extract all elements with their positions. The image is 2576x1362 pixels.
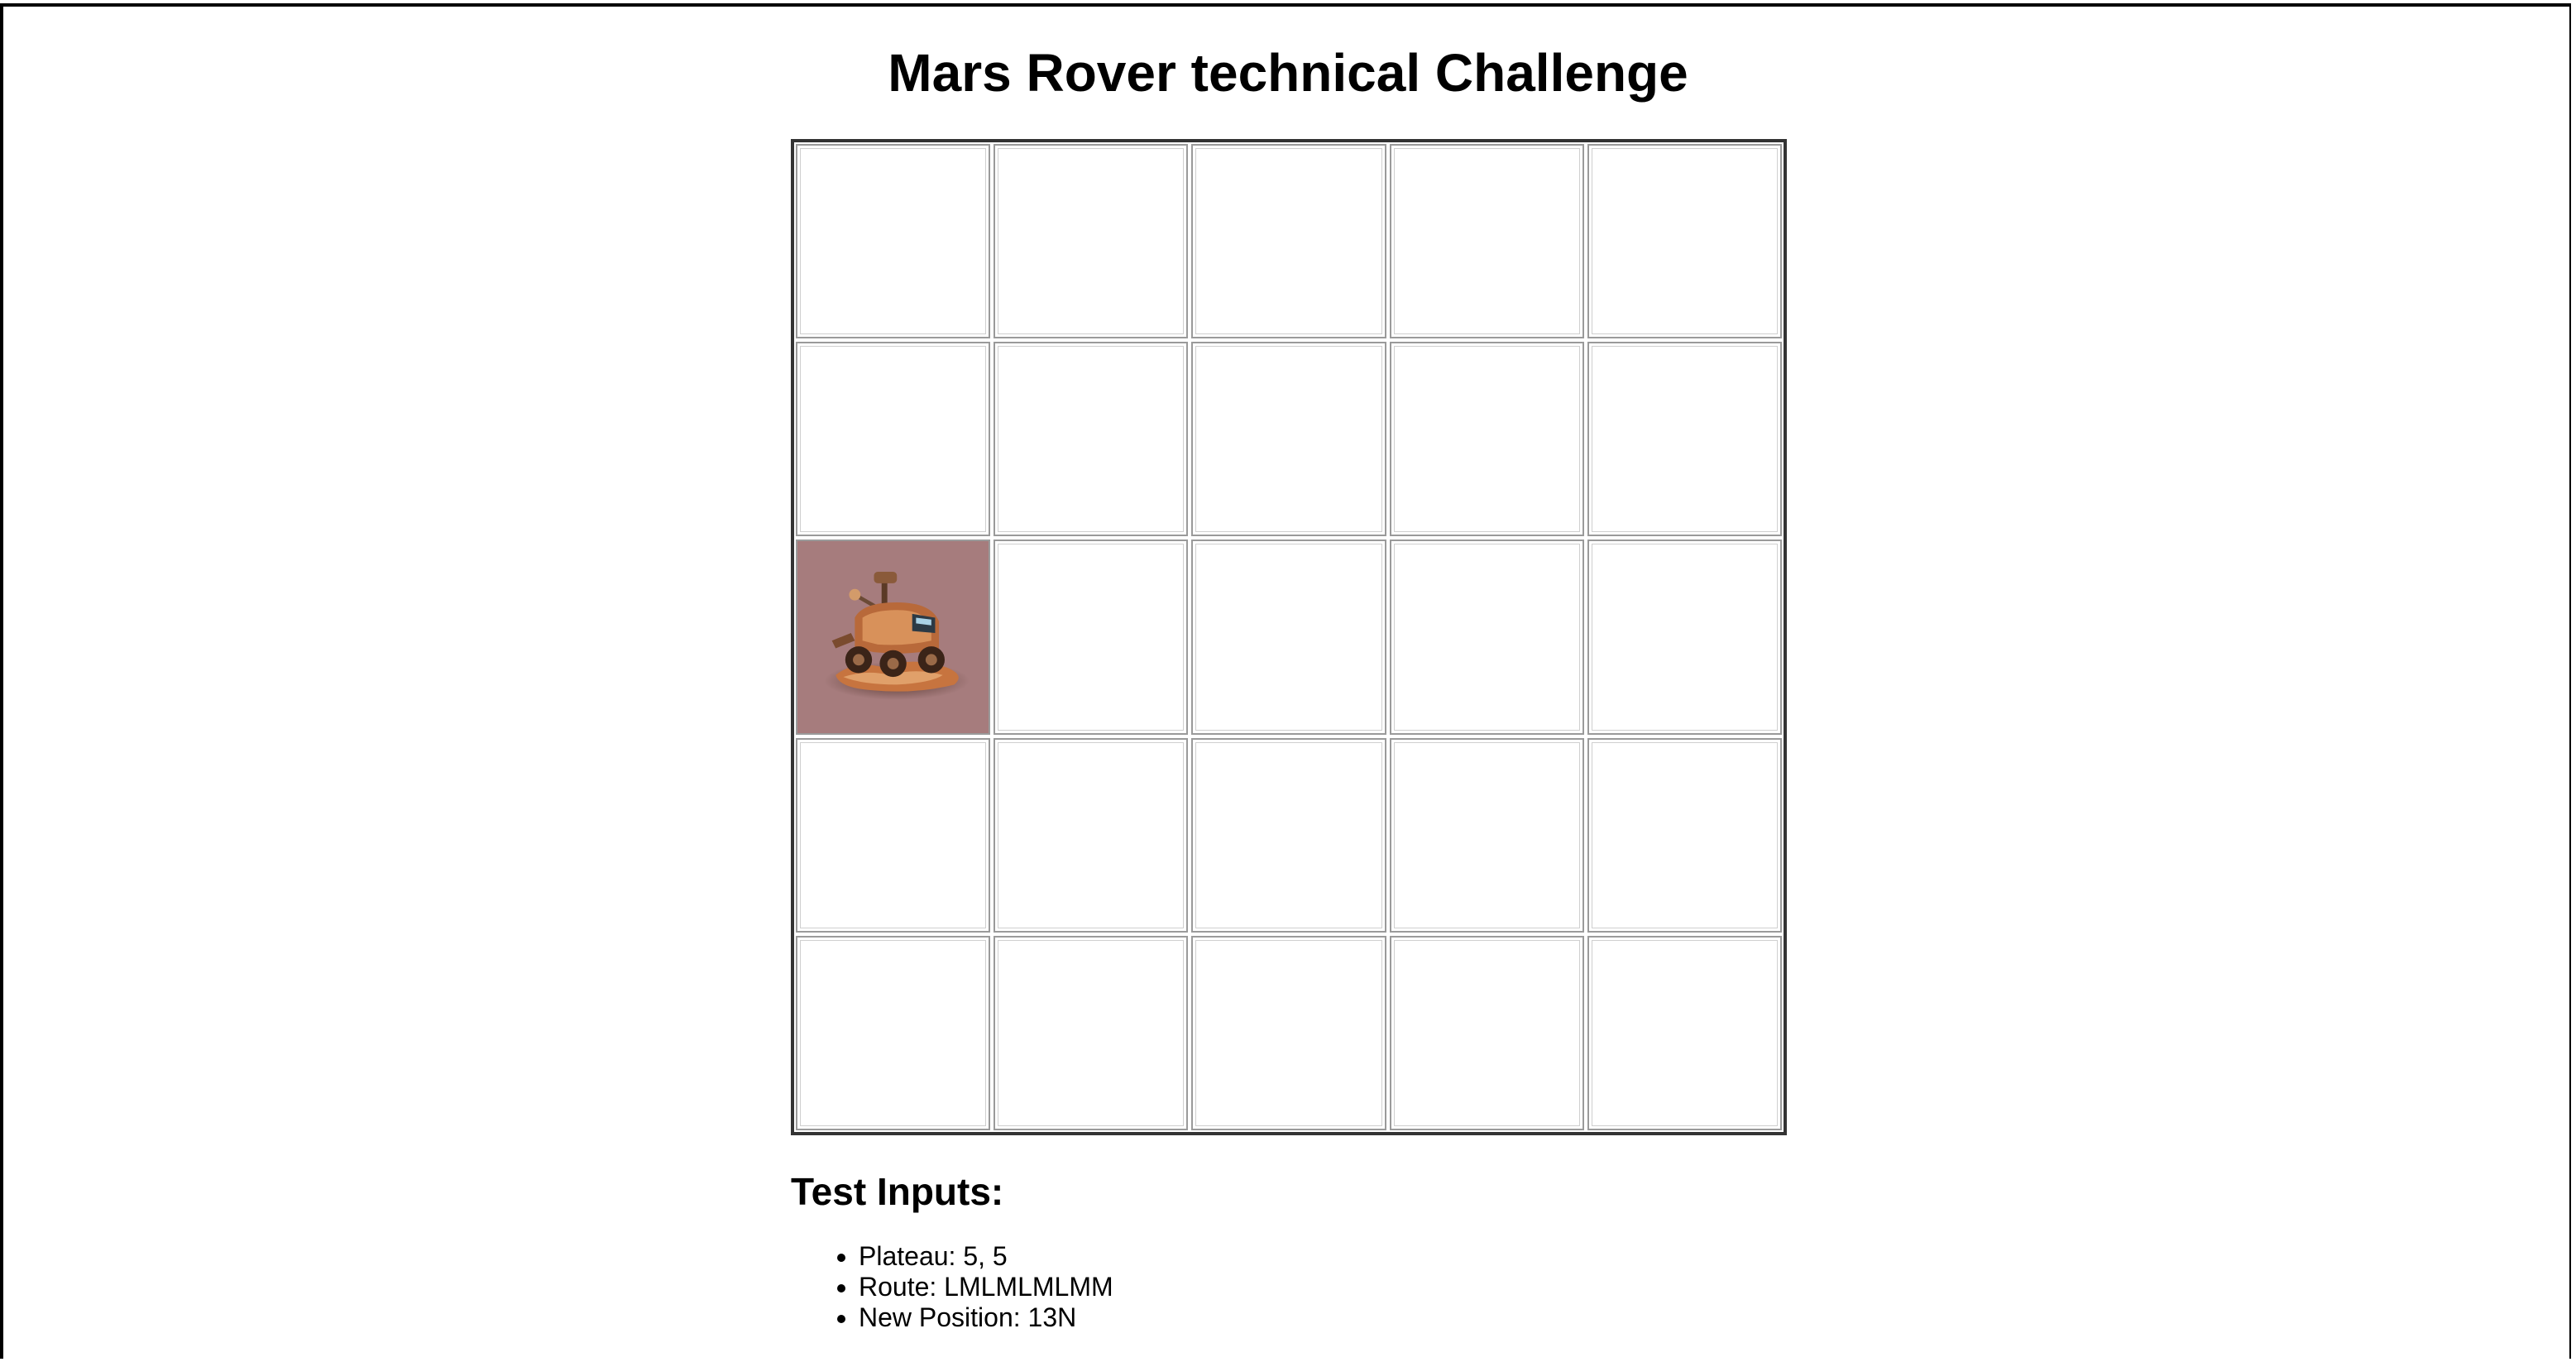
grid-cell: [1587, 540, 1782, 735]
test-inputs-heading: Test Inputs:: [791, 1170, 1004, 1213]
grid-cell: [994, 342, 1189, 537]
grid-cell: [994, 540, 1189, 735]
page-title: Mars Rover technical Challenge: [888, 43, 1688, 103]
grid-cell: [994, 144, 1189, 339]
grid-cell: [796, 737, 991, 933]
test-inputs-list: Plateau: 5, 5 Route: LMLMLMLMM New Posit…: [791, 1241, 1113, 1333]
grid-cell: [1191, 342, 1386, 537]
grid-cell: [796, 342, 991, 537]
grid-cell: [1191, 935, 1386, 1130]
plateau-grid: [791, 139, 1787, 1135]
grid-cell: [1389, 144, 1584, 339]
grid-cell: [994, 737, 1189, 933]
mars-rover-icon: [824, 572, 970, 701]
grid-cell: [1587, 342, 1782, 537]
grid-cell: [796, 935, 991, 1130]
grid-cell: [1587, 144, 1782, 339]
grid-cell: [1389, 540, 1584, 735]
list-item-plateau: Plateau: 5, 5: [859, 1241, 1113, 1272]
grid-cell: [1191, 144, 1386, 339]
grid-cell: [1587, 737, 1782, 933]
grid-cell: [1191, 540, 1386, 735]
grid-cell: [1389, 935, 1584, 1130]
grid-cell-rover: [796, 540, 991, 735]
grid-cell: [1389, 342, 1584, 537]
grid-cell: [1389, 737, 1584, 933]
grid-cell: [1587, 935, 1782, 1130]
grid-cell: [994, 935, 1189, 1130]
list-item-new-position: New Position: 13N: [859, 1302, 1113, 1333]
list-item-route: Route: LMLMLMLMM: [859, 1272, 1113, 1302]
grid-cell: [1191, 737, 1386, 933]
grid-cell: [796, 144, 991, 339]
